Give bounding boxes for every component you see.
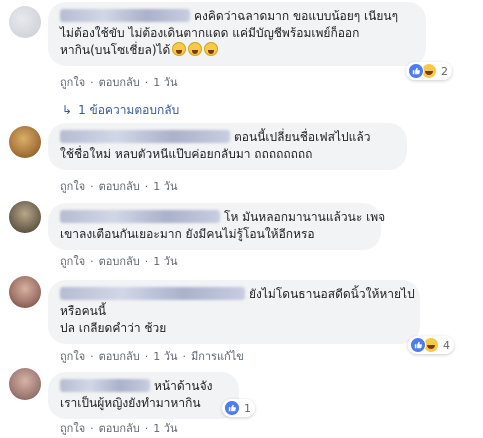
like-icon xyxy=(224,400,240,416)
avatar[interactable] xyxy=(9,201,41,233)
comment-bubble: หน้าด้านจัง เราเป็นผู้หญิงยังทำมาหากิน xyxy=(48,372,239,419)
comment-actions: ถูกใจ · ตอบกลับ · 1 วัน xyxy=(60,180,178,193)
like-link[interactable]: ถูกใจ xyxy=(60,180,85,193)
reply-link[interactable]: ตอบกลับ xyxy=(99,422,140,435)
reply-link[interactable]: ตอบกลับ xyxy=(99,255,140,268)
timestamp[interactable]: 1 วัน xyxy=(153,76,177,89)
edited-label[interactable]: มีการแก้ไข xyxy=(191,350,244,363)
reaction-summary[interactable]: 4 xyxy=(408,336,454,354)
grinning-emoji-icon xyxy=(172,42,187,56)
comment-text-line: หรือคนนี้ xyxy=(60,304,106,318)
avatar[interactable] xyxy=(9,368,41,400)
comment-text-line: เราเป็นผู้หญิงยังทำมาหากิน xyxy=(60,396,201,410)
reply-link[interactable]: ตอบกลับ xyxy=(99,180,140,193)
reaction-count: 4 xyxy=(443,338,450,352)
comment-actions: ถูกใจ · ตอบกลับ · 1 วัน · มีการแก้ไข xyxy=(60,350,244,363)
timestamp[interactable]: 1 วัน xyxy=(153,350,177,363)
comment-text-line: โห มันหลอกมานานแล้วนะ เพจ xyxy=(60,209,385,226)
comment-text-line: เขาลงเตือนกันเยอะมาก ยังมีคนไม่รู้โอนให้… xyxy=(60,227,315,241)
reaction-count: 1 xyxy=(244,401,251,415)
comment-bubble: โห มันหลอกมานานแล้วนะ เพจ เขาลงเตือนกันเ… xyxy=(48,203,385,250)
author-name[interactable] xyxy=(60,210,220,223)
view-replies-link[interactable]: ↳ 1 ข้อความตอบกลับ xyxy=(62,101,179,120)
reaction-count: 2 xyxy=(441,64,448,78)
comment-text-line: ปล เกลียดคำว่า ช้วย xyxy=(60,321,167,335)
like-link[interactable]: ถูกใจ xyxy=(60,255,85,268)
grinning-emoji-icon xyxy=(188,42,203,56)
comment-actions: ถูกใจ · ตอบกลับ · 1 วัน xyxy=(60,76,178,89)
author-name[interactable] xyxy=(60,9,190,22)
avatar[interactable] xyxy=(9,276,41,308)
comment-text-line: ตอนนี้เปลี่ยนชื่อเฟสไปแล้ว xyxy=(60,129,395,146)
avatar[interactable] xyxy=(9,126,41,158)
grinning-emoji-icon xyxy=(204,42,219,56)
like-link[interactable]: ถูกใจ xyxy=(60,76,85,89)
comment-actions: ถูกใจ · ตอบกลับ · 1 วัน xyxy=(60,422,178,435)
comment-text-line: ไม่ต้องใช้ขับ ไม่ต้องเดินตากแดด แค่มีบัญ… xyxy=(60,26,360,40)
avatar[interactable] xyxy=(9,6,41,38)
like-icon xyxy=(410,337,426,353)
comment-text-line: ยังไม่โดนธานอสดีดนิ้วให้หายไป xyxy=(60,286,415,303)
comment-text-line: หน้าด้านจัง xyxy=(60,378,227,395)
comment-text-line: หากิน(บนโซเชี่ยล)ได้ xyxy=(60,42,414,59)
like-icon xyxy=(408,63,424,79)
comment-text-line: คงคิดว่าฉลาดมาก ขอแบบน้อยๆ เนียนๆ xyxy=(60,8,414,25)
comment-text-line: ใช้ชื่อใหม่ หลบตัวหนีแป๊บค่อยกลับมา ถถถถ… xyxy=(60,147,313,161)
author-name[interactable] xyxy=(60,130,230,143)
like-link[interactable]: ถูกใจ xyxy=(60,422,85,435)
comment-bubble: ยังไม่โดนธานอสดีดนิ้วให้หายไป หรือคนนี้ … xyxy=(48,280,420,344)
timestamp[interactable]: 1 วัน xyxy=(153,422,177,435)
reply-link[interactable]: ตอบกลับ xyxy=(99,76,140,89)
comment-actions: ถูกใจ · ตอบกลับ · 1 วัน xyxy=(60,255,178,268)
timestamp[interactable]: 1 วัน xyxy=(153,255,177,268)
reaction-summary[interactable]: 2 xyxy=(406,62,452,80)
reply-arrow-icon: ↳ xyxy=(62,103,73,117)
author-name[interactable] xyxy=(60,379,150,392)
reply-link[interactable]: ตอบกลับ xyxy=(99,350,140,363)
comment-bubble: ตอนนี้เปลี่ยนชื่อเฟสไปแล้ว ใช้ชื่อใหม่ ห… xyxy=(48,123,407,170)
like-link[interactable]: ถูกใจ xyxy=(60,350,85,363)
timestamp[interactable]: 1 วัน xyxy=(153,180,177,193)
author-name[interactable] xyxy=(60,287,245,300)
reaction-summary[interactable]: 1 xyxy=(222,399,255,417)
comment-bubble: คงคิดว่าฉลาดมาก ขอแบบน้อยๆ เนียนๆ ไม่ต้อ… xyxy=(48,2,426,66)
